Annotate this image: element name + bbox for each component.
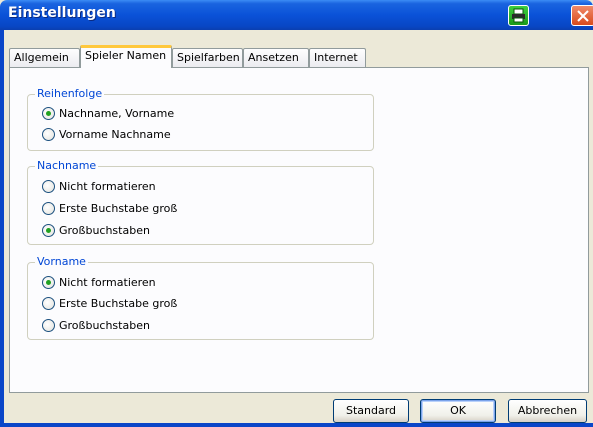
group-vorname: Vorname Nicht formatieren Erste Buchstab…	[27, 255, 374, 340]
radio-label: Großbuchstaben	[59, 224, 150, 237]
printer-icon[interactable]	[508, 5, 529, 26]
tab-ansetzen[interactable]: Ansetzen	[243, 48, 309, 67]
title-bar[interactable]: Einstellungen	[0, 0, 593, 30]
radio-button[interactable]	[42, 297, 55, 310]
radio-button-selected[interactable]	[42, 276, 55, 289]
window-border-left	[0, 30, 4, 427]
radio-label: Nicht formatieren	[59, 276, 156, 289]
radio-button[interactable]	[42, 202, 55, 215]
radio-label: Erste Buchstabe groß	[59, 297, 178, 310]
close-icon[interactable]	[571, 5, 593, 26]
group-nachname: Nachname Nicht formatieren Erste Buchsta…	[27, 159, 374, 245]
group-reihenfolge: Reihenfolge Nachname, Vorname Vorname Na…	[27, 87, 374, 151]
group-label-nachname: Nachname	[35, 159, 99, 172]
group-label-reihenfolge: Reihenfolge	[35, 87, 105, 100]
radio-label: Nachname, Vorname	[59, 107, 175, 120]
radio-label: Nicht formatieren	[59, 180, 156, 193]
window-border-bottom	[0, 423, 593, 427]
tab-allgemein[interactable]: Allgemein	[9, 48, 80, 67]
radio-button[interactable]	[42, 128, 55, 141]
radio-button[interactable]	[42, 319, 55, 332]
tab-spieler-namen[interactable]: Spieler Namen	[80, 45, 172, 68]
radio-label: Großbuchstaben	[59, 319, 150, 332]
cancel-button[interactable]: Abbrechen	[508, 399, 587, 423]
group-label-vorname: Vorname	[35, 255, 88, 268]
radio-button-selected[interactable]	[42, 107, 55, 120]
window-title: Einstellungen	[8, 5, 116, 21]
radio-button-selected[interactable]	[42, 224, 55, 237]
radio-label: Vorname Nachname	[59, 128, 171, 141]
radio-label: Erste Buchstabe groß	[59, 202, 178, 215]
standard-button[interactable]: Standard	[333, 399, 409, 423]
tab-spielfarben[interactable]: Spielfarben	[172, 48, 243, 67]
tab-internet[interactable]: Internet	[309, 48, 366, 67]
radio-button[interactable]	[42, 180, 55, 193]
ok-button[interactable]: OK	[420, 399, 496, 423]
